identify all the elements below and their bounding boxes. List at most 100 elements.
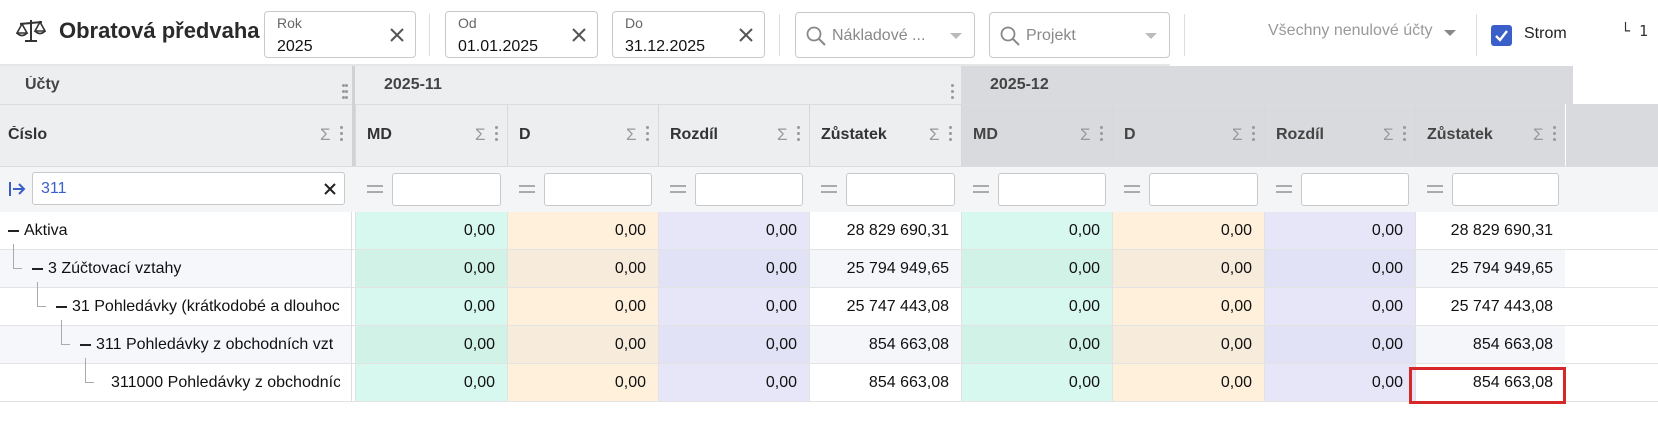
cell-value: 0,00 [614,298,646,315]
cell-value: 0,00 [1068,298,1100,315]
collapse-icon[interactable] [8,230,19,232]
accounts-filter-select[interactable]: Všechny nenulové účty [1268,22,1433,40]
cell-value: 28 829 690,31 [846,222,949,239]
equals-icon[interactable] [1276,185,1292,195]
chevron-down-icon [950,33,962,39]
column-filter-input[interactable] [1452,173,1559,206]
column-filter-input[interactable] [846,173,955,206]
cell-value: 0,00 [765,298,797,315]
year-label: Rok [277,15,302,31]
collapse-icon[interactable] [56,306,67,308]
cell-value: 25 747 443,08 [1450,298,1553,315]
project-select[interactable]: Projekt [989,12,1170,58]
sigma-icon[interactable]: Σ [929,126,943,143]
dots-vertical-icon[interactable] [1252,126,1256,142]
equals-icon[interactable] [367,185,383,195]
collapse-icon[interactable] [80,344,91,346]
dots-vertical-icon[interactable] [951,84,955,100]
sigma-icon[interactable]: Σ [475,126,489,143]
equals-icon[interactable] [973,185,989,195]
cell-value: 0,00 [765,336,797,353]
column-header-cislo [0,104,352,166]
equals-icon[interactable] [519,185,535,195]
year-field[interactable]: Rok 2025 [264,11,416,58]
cost-center-select[interactable]: Nákladové ... [795,12,975,58]
tree-label: 311000 Pohledávky z obchodníc [111,374,340,391]
collapse-icon[interactable] [32,268,43,270]
year-value: 2025 [277,38,313,55]
close-icon[interactable] [323,182,337,196]
cell-value: 854 663,08 [1472,336,1553,353]
divider [779,14,780,56]
dots-vertical-icon[interactable] [646,126,650,142]
sigma-icon[interactable]: Σ [1533,126,1547,143]
date-from-value: 01.01.2025 [458,38,539,55]
tree-checkbox[interactable] [1491,25,1512,46]
sigma-icon[interactable]: Σ [1232,126,1246,143]
dots-vertical-icon[interactable] [1100,126,1104,142]
cost-center-placeholder: Nákladové ... [832,27,926,44]
equals-icon[interactable] [1427,185,1443,195]
chevron-down-icon[interactable] [1444,30,1456,36]
column-filter-input[interactable] [544,173,652,206]
dots-vertical-icon[interactable] [342,84,346,100]
close-icon[interactable] [571,27,587,43]
dots-vertical-icon[interactable] [340,126,344,142]
scale-icon [15,18,47,44]
equals-icon[interactable] [1124,185,1140,195]
dots-vertical-icon[interactable] [1403,126,1407,142]
sigma-icon[interactable]: Σ [320,126,334,143]
cell-value: 0,00 [614,374,646,391]
sigma-icon[interactable]: Σ [1080,126,1094,143]
cell-value: 0,00 [1068,374,1100,391]
tree-label: Aktiva [24,222,68,239]
tree-connector [13,244,22,269]
tree-connector [85,358,94,383]
period-group-label: 2025-12 [990,76,1049,93]
sigma-icon[interactable]: Σ [1383,126,1397,143]
date-from-field[interactable]: Od 01.01.2025 [445,11,598,58]
column-filter-input[interactable] [695,173,803,206]
cell-value: 0,00 [1220,298,1252,315]
close-icon[interactable] [738,27,754,43]
account-number-filter-input[interactable]: 311 [32,172,345,205]
dots-vertical-icon[interactable] [797,126,801,142]
column-filter-input[interactable] [998,173,1106,206]
sigma-icon[interactable]: Σ [626,126,640,143]
cell-value: 0,00 [1371,260,1403,277]
dots-vertical-icon[interactable] [495,126,499,142]
cell-value: 0,00 [1068,336,1100,353]
cell-value: 25 794 949,65 [846,260,949,277]
cell-value: 0,00 [1220,260,1252,277]
page-title: Obratová předvaha [59,18,260,43]
equals-icon[interactable] [670,185,686,195]
cell-value: 0,00 [765,260,797,277]
arrow-right-bar-icon[interactable] [8,180,26,198]
sigma-icon[interactable]: Σ [777,126,791,143]
cell-value: 0,00 [1371,298,1403,315]
date-from-label: Od [458,15,477,31]
dots-vertical-icon[interactable] [1553,126,1557,142]
close-icon[interactable] [389,27,405,43]
column-label: Číslo [8,126,48,143]
date-to-field[interactable]: Do 31.12.2025 [612,11,765,58]
cell-value: 0,00 [765,374,797,391]
search-icon [806,26,826,46]
cell-value: 0,00 [1220,222,1252,239]
column-label: Rozdíl [1276,126,1324,143]
selected-cell-highlight [1409,367,1566,404]
column-label: Zůstatek [1427,126,1493,143]
column-filter-input[interactable] [1301,173,1409,206]
dots-vertical-icon[interactable] [949,126,953,142]
level-indicator[interactable]: └ 1 [1621,22,1648,40]
cell-value: 0,00 [765,222,797,239]
divider [1476,14,1477,56]
column-filter-input[interactable] [392,173,501,206]
period-group-header [355,66,961,104]
cell-value: 25 794 949,65 [1450,260,1553,277]
tree-connector [61,320,70,345]
column-divider [351,212,352,402]
equals-icon[interactable] [821,185,837,195]
column-filter-input[interactable] [1149,173,1258,206]
cell-value: 0,00 [1371,336,1403,353]
